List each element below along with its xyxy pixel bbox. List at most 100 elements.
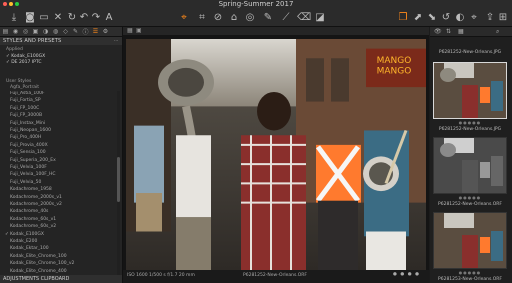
style-list-item[interactable]: ✓ Kodak_E100GX bbox=[0, 232, 116, 238]
thumbnail[interactable] bbox=[433, 137, 507, 194]
style-list-item[interactable]: Kodachrome_60s_v2 bbox=[0, 224, 116, 230]
viewer-dots: ● ● ● ● bbox=[393, 272, 420, 277]
copy-icon[interactable]: ⬈ bbox=[412, 11, 424, 23]
applied-style-1[interactable]: ✓ Kodak_E100GX bbox=[6, 54, 45, 59]
picker-icon[interactable]: ✎ bbox=[262, 11, 274, 23]
style-list-item-label: Fuji_Instax_Mini bbox=[10, 120, 46, 126]
output-tab-icon[interactable]: ⚙ bbox=[102, 28, 109, 35]
thumbnail[interactable] bbox=[433, 212, 507, 269]
style-list-item[interactable]: Kodak_Elite_Chrome_400 bbox=[0, 269, 116, 275]
library-tab-icon[interactable]: ▤ bbox=[2, 28, 9, 35]
thumbnail-caption: P6281252-New-Orleans.ORF bbox=[438, 202, 502, 207]
overlay-icon[interactable]: ⊞ bbox=[497, 11, 509, 23]
apply-icon[interactable]: ⬊ bbox=[426, 11, 438, 23]
section-options-icon[interactable]: ⋯ bbox=[114, 37, 119, 45]
style-list-item-label: Kodachrome_2000s_v2 bbox=[10, 202, 62, 207]
viewer-status-bar: ISO 1600 1/500 s f/1.7 20 mm P6281252-Ne… bbox=[123, 270, 429, 283]
stack-icon[interactable]: ❐ bbox=[397, 11, 409, 23]
user-styles-first-item[interactable]: Agfa_Portrait bbox=[10, 85, 39, 90]
adjustments-clipboard-header[interactable]: ADJUSTMENTS CLIPBOARD bbox=[0, 275, 122, 283]
main-photo[interactable]: MANGO MANGO bbox=[126, 39, 426, 270]
reset-icon[interactable]: ↺ bbox=[440, 11, 452, 23]
viewer: ▦ ▣ MANGO MANGO ISO 1600 1/500 s f/1.7 2… bbox=[123, 27, 429, 283]
browser-view-icon[interactable]: 👁 bbox=[434, 28, 442, 35]
undo-icon[interactable]: ↶ bbox=[78, 11, 90, 23]
style-list-item[interactable]: Fuji_Provia_400X bbox=[0, 143, 116, 149]
metadata-tab-icon[interactable]: ⓘ bbox=[82, 28, 89, 36]
grid-icon[interactable]: ⌖ bbox=[468, 11, 480, 23]
rotate-icon[interactable]: ↻ bbox=[66, 11, 78, 23]
style-list-item[interactable]: Kodak_Elite_Chrome_100 bbox=[0, 254, 116, 260]
thumbnail-rating[interactable]: ●●●●● bbox=[433, 270, 507, 275]
style-list-item-label: Kodachrome_2000s_v1 bbox=[10, 194, 62, 200]
checkmark-icon: ✓ bbox=[5, 231, 9, 237]
style-list-item[interactable]: Fuji_Instax_Mini bbox=[0, 121, 116, 127]
export-icon[interactable]: ⇪ bbox=[484, 11, 496, 23]
camera-icon[interactable]: ◙ bbox=[24, 11, 36, 23]
crop-icon[interactable]: ⌗ bbox=[196, 11, 208, 23]
style-list-item[interactable]: Kodachrome_2000s_v2 bbox=[0, 202, 116, 208]
style-list-item[interactable]: Fuji_Fortia_SP bbox=[0, 98, 116, 104]
color-tab-icon[interactable]: ◍ bbox=[52, 28, 59, 35]
single-view-icon[interactable]: ▣ bbox=[136, 27, 142, 34]
style-list-item-label: Fuji_Astia_100F bbox=[10, 91, 45, 96]
style-list-item-label: Fuji_Superia_200_Ex bbox=[10, 157, 56, 163]
spot-icon[interactable]: ◎ bbox=[244, 11, 256, 23]
style-list-item[interactable]: Fuji_Astia_100F bbox=[0, 91, 116, 97]
style-list-item[interactable]: Kodachrome_40s bbox=[0, 209, 116, 215]
style-list-item[interactable]: Fuji_Sensia_100 bbox=[0, 150, 116, 156]
eraser-icon[interactable]: ⌫ bbox=[297, 11, 311, 23]
style-list-item[interactable]: Kodachrome_1958 bbox=[0, 187, 116, 193]
redo-icon[interactable]: ↷ bbox=[90, 11, 102, 23]
lens-tab-icon[interactable]: ◎ bbox=[22, 28, 29, 35]
delete-icon[interactable]: ✕ bbox=[52, 11, 64, 23]
thumbnail-rating[interactable]: ●●●●● bbox=[433, 195, 507, 200]
style-list-item-label: Kodachrome_1958 bbox=[10, 187, 52, 193]
compare-icon[interactable]: ◐ bbox=[454, 11, 466, 23]
composition-tab-icon[interactable]: ▣ bbox=[32, 28, 39, 35]
styles-presets-header[interactable]: STYLES AND PRESETS ⋯ bbox=[0, 37, 122, 45]
style-list-item-label: Fuji_FP_100C bbox=[10, 105, 40, 111]
style-list-item[interactable]: Fuji_FP_100C bbox=[0, 106, 116, 112]
exposure-tab-icon[interactable]: ◑ bbox=[42, 28, 49, 35]
style-list-item[interactable]: Fuji_Velvia_50 bbox=[0, 180, 116, 186]
viewer-filename: P6281252-New-Orleans.ORF bbox=[243, 273, 307, 278]
folder-icon[interactable]: ▭ bbox=[38, 11, 50, 23]
gradient-icon[interactable]: ◪ bbox=[314, 11, 326, 23]
applied-style-2[interactable]: ✓ DE 2017 IPTC bbox=[6, 60, 42, 65]
style-list-item[interactable]: Kodachrome_2000s_v1 bbox=[0, 195, 116, 201]
style-list-item[interactable]: Fuji_Pro_400H bbox=[0, 135, 116, 141]
style-list-item-label: Kodachrome_60s_v1 bbox=[10, 216, 57, 222]
brush-icon[interactable]: ⟋ bbox=[280, 11, 292, 23]
straighten-icon[interactable]: ⊘ bbox=[212, 11, 224, 23]
style-list-item[interactable]: Fuji_Superia_200_Ex bbox=[0, 158, 116, 164]
style-list-item-label: Fuji_Fortia_SP bbox=[10, 98, 41, 104]
thumbnail[interactable] bbox=[433, 62, 507, 119]
style-list-item[interactable]: Fuji_Velvia_100F bbox=[0, 165, 116, 171]
style-list-item[interactable]: Fuji_FP_3000B bbox=[0, 113, 116, 119]
styles-scrollbar-thumb[interactable] bbox=[117, 157, 120, 202]
details-tab-icon[interactable]: ◇ bbox=[62, 28, 69, 35]
browser-sort-icon[interactable]: ⇅ bbox=[446, 28, 451, 35]
styles-tab-icon[interactable]: ☰ bbox=[92, 28, 99, 35]
browser-search-icon[interactable]: ⌕ bbox=[496, 28, 499, 36]
browser-header: 👁 ⇅ ▦ ⌕ bbox=[430, 27, 512, 37]
style-list-item-label: Kodak_E100GX bbox=[10, 231, 44, 237]
thumbnail-rating[interactable]: ●●●●● bbox=[433, 120, 507, 125]
adjustments-tab-icon[interactable]: ✎ bbox=[72, 28, 79, 35]
style-list-item[interactable]: Fuji_Neopan_1600 bbox=[0, 128, 116, 134]
capture-tab-icon[interactable]: ◉ bbox=[12, 28, 19, 35]
style-list-item[interactable]: Kodak_E200 bbox=[0, 239, 116, 245]
browser-grid-icon[interactable]: ▦ bbox=[458, 28, 464, 35]
style-list-item[interactable]: Kodak_Ektar_100 bbox=[0, 246, 116, 252]
text-icon[interactable]: A bbox=[103, 11, 115, 23]
style-list-item[interactable]: Kodachrome_60s_v1 bbox=[0, 217, 116, 223]
grid-view-icon[interactable]: ▦ bbox=[127, 27, 133, 34]
import-icon[interactable]: ⤓ bbox=[8, 11, 20, 23]
style-list-item[interactable]: Kodak_Elite_Chrome_100_v2 bbox=[0, 261, 116, 267]
window-title: Spring-Summer 2017 bbox=[218, 0, 294, 8]
browser-top-caption: P6281252-New-Orleans.JPG bbox=[438, 50, 502, 55]
style-list-item[interactable]: Fuji_Velvia_100F_HC bbox=[0, 172, 116, 178]
select-icon[interactable]: ⌖ bbox=[178, 11, 190, 23]
keystone-icon[interactable]: ⌂ bbox=[228, 11, 240, 23]
